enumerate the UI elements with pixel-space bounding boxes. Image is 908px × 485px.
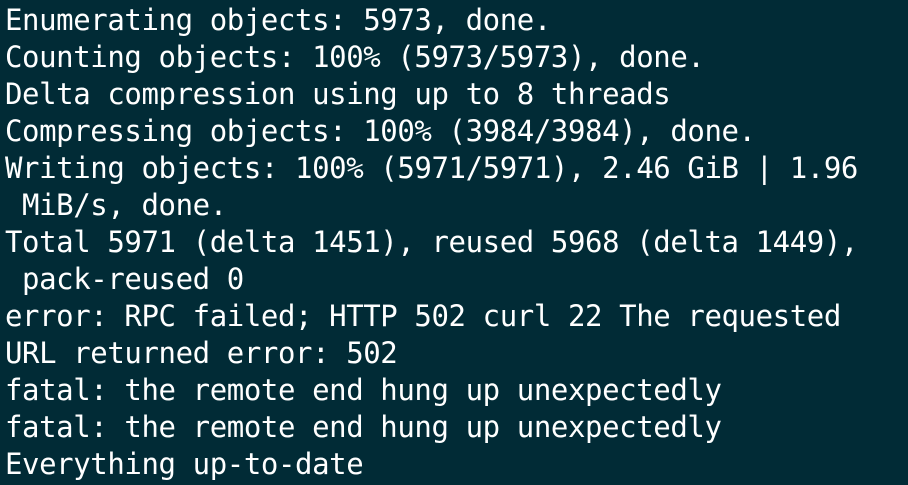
- terminal-window[interactable]: Enumerating objects: 5973, done. Countin…: [0, 0, 908, 485]
- output-line: Enumerating objects: 5973, done.: [5, 3, 551, 37]
- output-line: Total 5971 (delta 1451), reused 5968 (de…: [5, 225, 858, 259]
- output-line: pack-reused 0: [5, 262, 244, 296]
- error-line: URL returned error: 502: [5, 336, 398, 370]
- output-line: Everything up-to-date: [5, 447, 364, 481]
- output-line: Compressing objects: 100% (3984/3984), d…: [5, 114, 756, 148]
- output-line: Writing objects: 100% (5971/5971), 2.46 …: [5, 151, 858, 185]
- output-line: Counting objects: 100% (5973/5973), done…: [5, 40, 705, 74]
- output-line: MiB/s, done.: [5, 188, 227, 222]
- fatal-line: fatal: the remote end hung up unexpected…: [5, 373, 722, 407]
- output-line: Delta compression using up to 8 threads: [5, 77, 671, 111]
- error-line: error: RPC failed; HTTP 502 curl 22 The …: [5, 299, 841, 333]
- fatal-line: fatal: the remote end hung up unexpected…: [5, 410, 722, 444]
- terminal-output: Enumerating objects: 5973, done. Countin…: [5, 2, 858, 483]
